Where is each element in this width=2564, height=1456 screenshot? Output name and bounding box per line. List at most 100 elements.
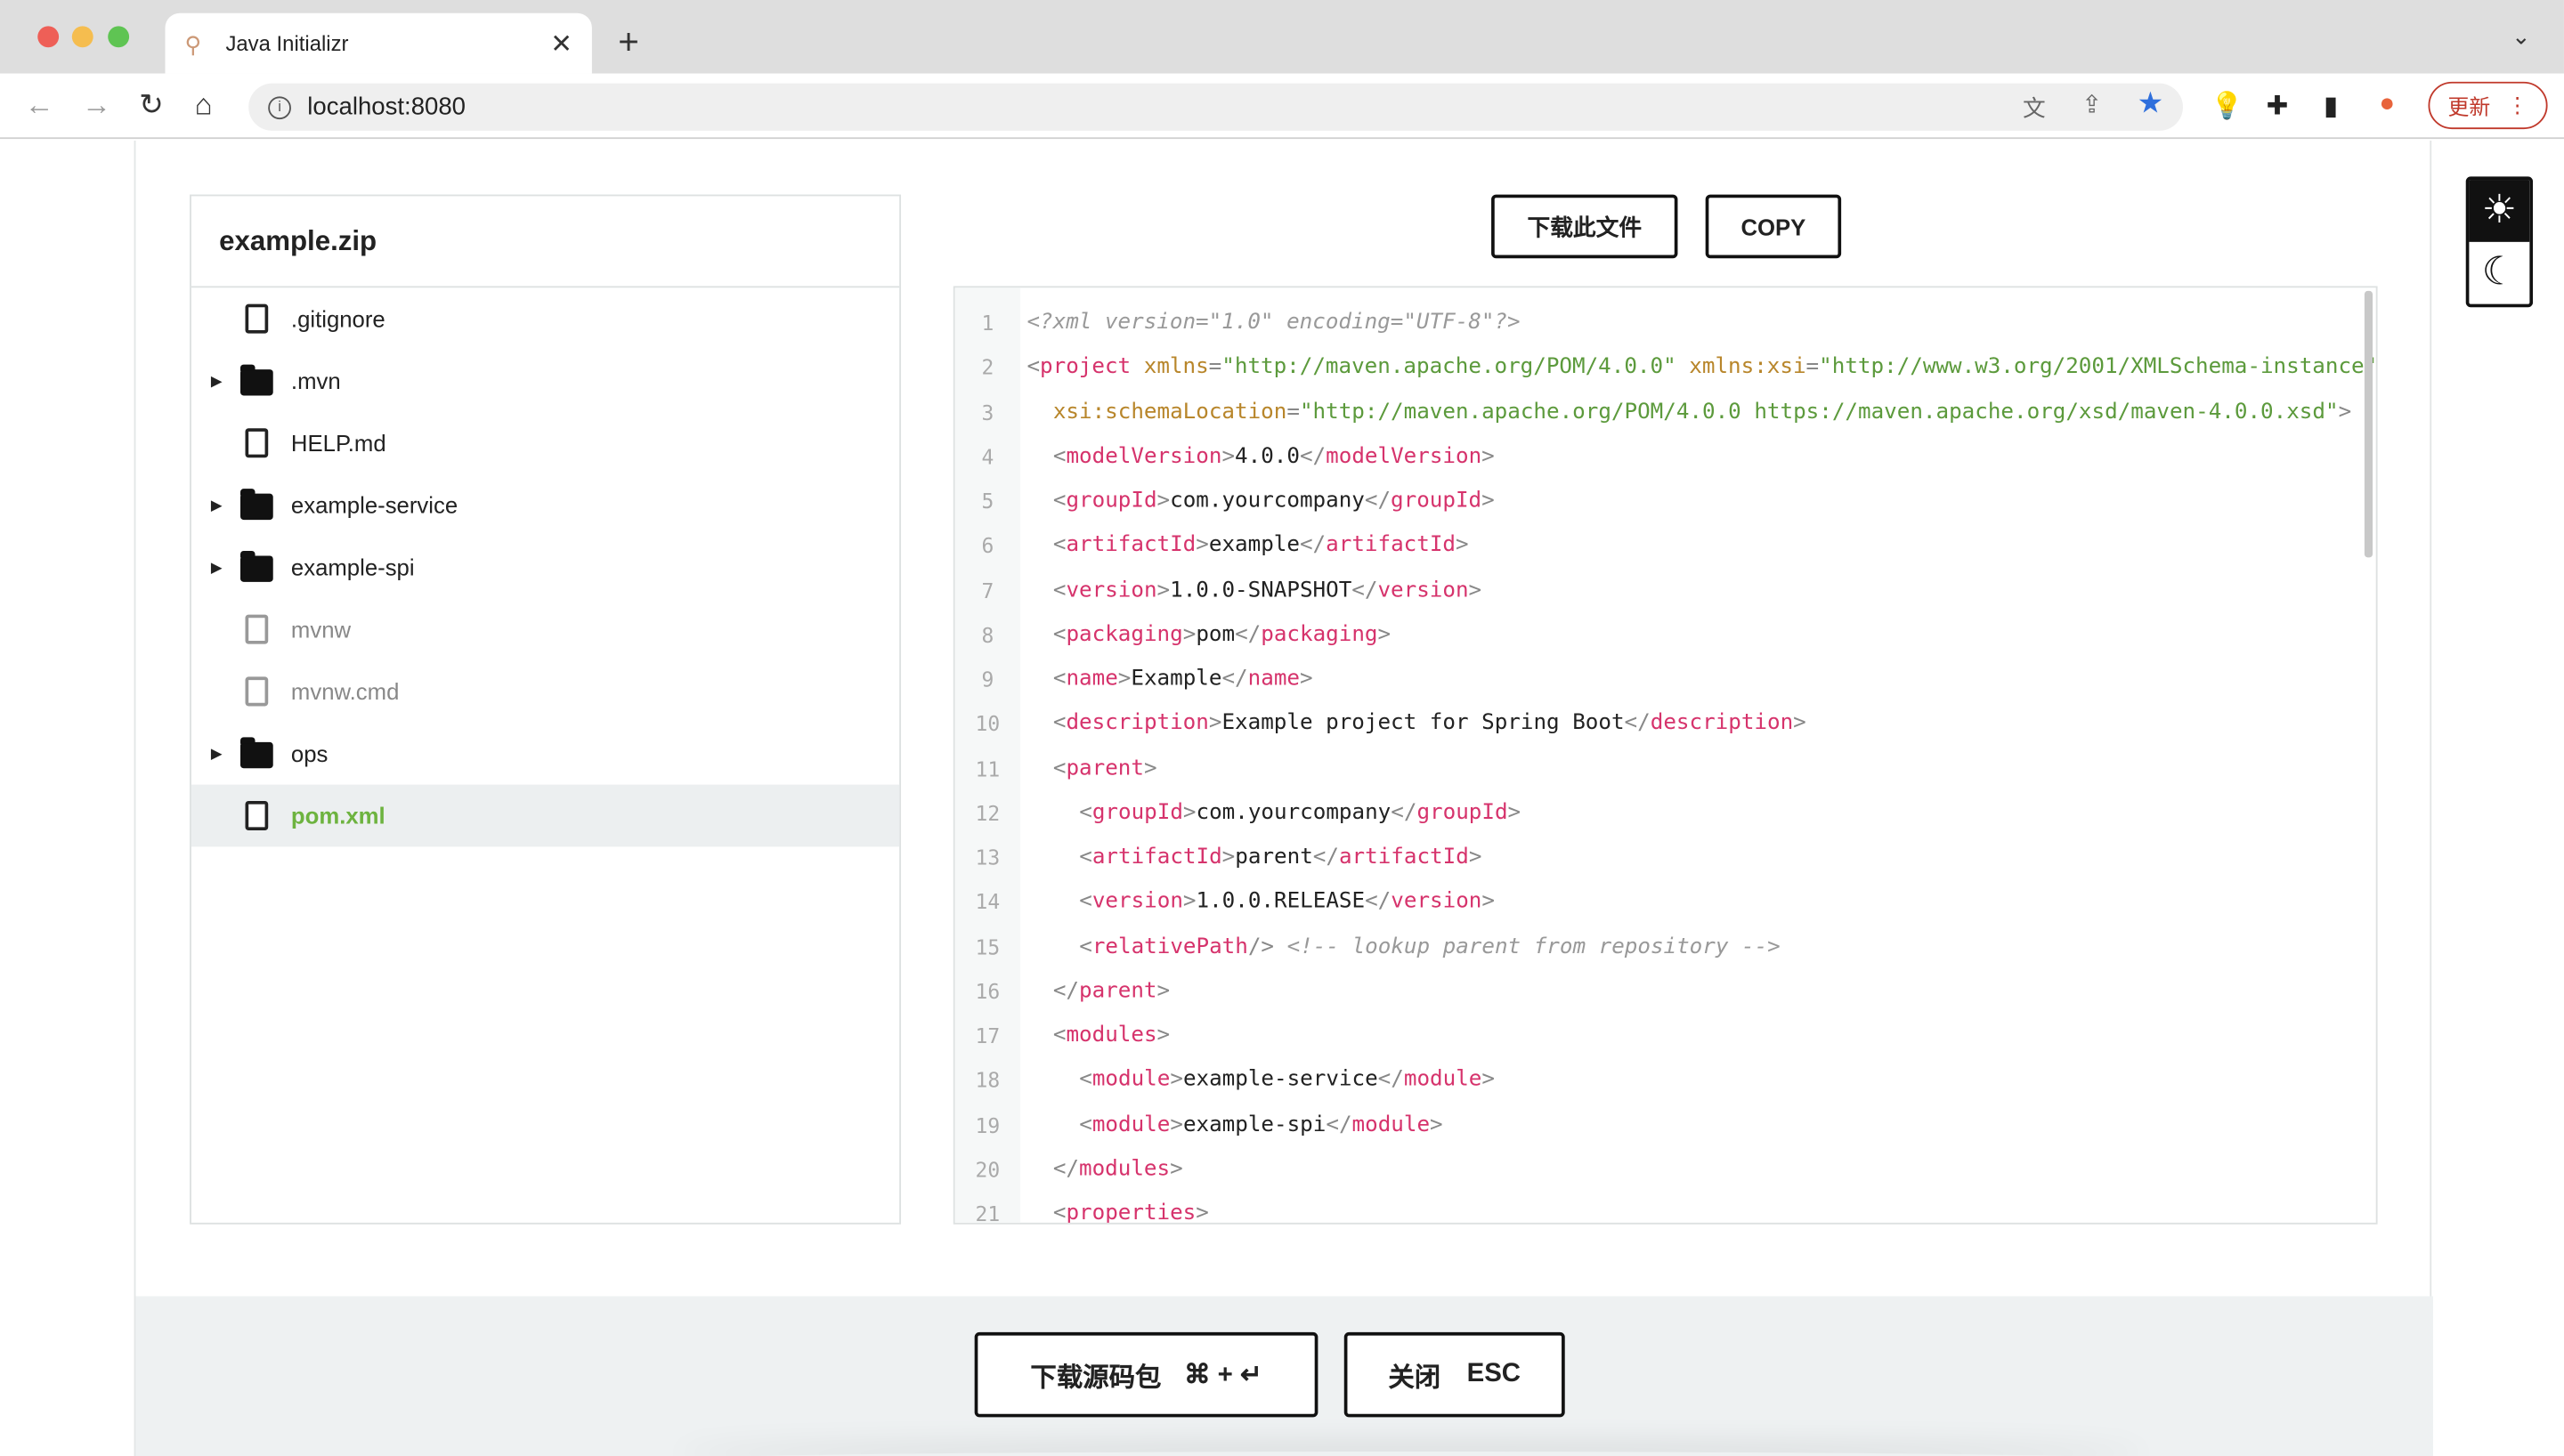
copy-button[interactable]: COPY xyxy=(1705,194,1842,259)
code-token: parent xyxy=(1066,756,1144,781)
code-text: <modules> xyxy=(1020,1023,1170,1048)
moon-icon[interactable]: ☾ xyxy=(2469,242,2529,304)
code-token: = xyxy=(1286,400,1300,425)
forward-icon[interactable]: → xyxy=(82,88,111,123)
line-number: 3 xyxy=(981,400,994,425)
tree-item[interactable]: ▶ example-spi xyxy=(191,536,899,598)
close-window-button[interactable] xyxy=(37,26,60,48)
code-token: > xyxy=(1170,1156,1183,1182)
tree-item-label: mvnw xyxy=(290,616,352,643)
code-token: > xyxy=(1182,889,1197,915)
expand-caret-icon[interactable]: ▶ xyxy=(211,372,223,390)
browser-window: ⚲ Java Initializr ✕ + ⌄ ← → ↻ ⌂ i localh… xyxy=(0,0,2564,1456)
tab-search-chevron-icon[interactable]: ⌄ xyxy=(2511,23,2531,51)
tab-java-initializr[interactable]: ⚲ Java Initializr ✕ xyxy=(165,12,592,74)
code-token: groupId xyxy=(1066,489,1157,514)
code-line: 21 <properties> xyxy=(955,1192,1209,1225)
lightbulb-extension-icon[interactable]: 💡 xyxy=(2211,90,2244,123)
folder-icon xyxy=(239,550,273,582)
code-token: > xyxy=(1170,1067,1183,1093)
code-token: < xyxy=(1052,1201,1067,1225)
expand-caret-icon[interactable]: ▶ xyxy=(211,496,223,514)
code-token: </ xyxy=(1299,533,1327,558)
side-panel-icon[interactable]: ▮ xyxy=(2324,90,2338,123)
code-token: </ xyxy=(1299,444,1327,469)
profile-avatar-icon[interactable]: ● xyxy=(2379,90,2395,119)
code-token: 4.0.0 xyxy=(1235,444,1300,469)
site-info-icon[interactable]: i xyxy=(268,95,291,119)
tree-item[interactable]: mvnw.cmd xyxy=(191,660,899,723)
code-token: version xyxy=(1066,578,1157,603)
new-tab-button[interactable]: + xyxy=(618,21,639,64)
code-line: 8 <packaging>pom</packaging> xyxy=(955,612,1391,657)
download-project-button[interactable]: 下载源码包 ⌘ + ↵ xyxy=(974,1331,1319,1418)
reload-icon[interactable]: ↻ xyxy=(139,88,164,123)
browser-toolbar: ← → ↻ ⌂ i localhost:8080 文 ⇪ ★ 💡 ✚ ▮ ● 更… xyxy=(0,73,2564,140)
tree-item[interactable]: HELP.md xyxy=(191,412,899,474)
home-icon[interactable]: ⌂ xyxy=(195,88,213,123)
page: example.zip .gitignore ▶ .mvn HELP.md ▶ examp… xyxy=(0,140,2564,1456)
minimize-window-button[interactable] xyxy=(71,26,93,48)
code-viewer[interactable]: 1 <?xml version="1.0" encoding="UTF-8"?> 2… xyxy=(953,286,2378,1225)
tree-item[interactable]: .gitignore xyxy=(191,287,899,350)
code-token: version xyxy=(1377,578,1469,603)
tree-item[interactable]: ▶ .mvn xyxy=(191,350,899,412)
tree-item-label: .gitignore xyxy=(290,305,385,332)
code-token: pom xyxy=(1196,622,1236,647)
code-line: 16 </parent> xyxy=(955,969,1171,1014)
tree-item[interactable]: pom.xml xyxy=(191,784,900,847)
download-file-button[interactable]: 下载此文件 xyxy=(1491,194,1678,259)
close-tab-icon[interactable]: ✕ xyxy=(550,27,572,60)
address-bar[interactable]: i localhost:8080 文 ⇪ ★ xyxy=(248,83,2183,131)
code-text: <module>example-spi</module> xyxy=(1020,1112,1442,1137)
url-text: localhost:8080 xyxy=(307,93,467,121)
code-token: < xyxy=(1052,622,1067,647)
code-token: com.yourcompany xyxy=(1170,489,1365,514)
code-token: > xyxy=(1143,756,1157,781)
code-text: <groupId>com.yourcompany</groupId> xyxy=(1020,489,1495,514)
maximize-window-button[interactable] xyxy=(108,26,130,48)
update-button[interactable]: 更新 ⋮ xyxy=(2428,81,2548,130)
code-scrollbar[interactable] xyxy=(2364,290,2373,558)
code-text: xsi:schemaLocation="http://maven.apache.… xyxy=(1020,400,2351,425)
code-token: project xyxy=(1040,355,1132,380)
tree-item-label: pom.xml xyxy=(290,802,385,829)
folder-icon xyxy=(239,364,273,396)
update-label: 更新 xyxy=(2447,94,2491,120)
code-token: </ xyxy=(1235,622,1262,647)
back-icon[interactable]: ← xyxy=(25,88,54,123)
code-token: groupId xyxy=(1416,800,1508,826)
code-token: > xyxy=(1117,667,1132,692)
close-button[interactable]: 关闭 ESC xyxy=(1343,1331,1565,1418)
download-shortcut-hint: ⌘ + ↵ xyxy=(1184,1361,1262,1390)
code-line: 15 <relativePath/> <!-- lookup parent fro… xyxy=(955,925,1781,969)
code-token: parent xyxy=(1079,978,1157,1004)
code-token: < xyxy=(1079,889,1092,915)
code-token: < xyxy=(1052,578,1067,603)
code-line: 2 <project xmlns="http://maven.apache.org… xyxy=(955,345,2375,390)
tree-item[interactable]: ▶ ops xyxy=(191,723,899,785)
tree-item[interactable]: mvnw xyxy=(191,598,899,660)
share-icon[interactable]: ⇪ xyxy=(2081,90,2102,119)
line-number: 16 xyxy=(975,978,1001,1004)
folder-icon xyxy=(239,489,273,521)
extensions-puzzle-icon[interactable]: ✚ xyxy=(2267,90,2289,123)
translate-icon[interactable]: 文 xyxy=(2023,92,2046,125)
expand-caret-icon[interactable]: ▶ xyxy=(211,558,223,576)
line-number: 8 xyxy=(981,622,994,647)
code-token: <!-- lookup parent from repository --> xyxy=(1286,934,1781,959)
expand-caret-icon[interactable]: ▶ xyxy=(211,745,223,763)
code-text: </modules> xyxy=(1020,1157,1183,1182)
code-token: groupId xyxy=(1091,800,1183,826)
tree-item[interactable]: ▶ example-service xyxy=(191,474,899,537)
sun-icon[interactable]: ☀ xyxy=(2469,180,2530,242)
code-token: artifactId xyxy=(1091,845,1222,870)
code-token: groupId xyxy=(1391,489,1482,514)
code-token: artifactId xyxy=(1326,533,1456,558)
code-text: </parent> xyxy=(1020,979,1170,1004)
more-menu-icon[interactable]: ⋮ xyxy=(2507,93,2528,118)
code-token: < xyxy=(1052,711,1067,736)
code-token: = xyxy=(1805,355,1820,380)
bookmark-star-icon[interactable]: ★ xyxy=(2138,86,2164,121)
